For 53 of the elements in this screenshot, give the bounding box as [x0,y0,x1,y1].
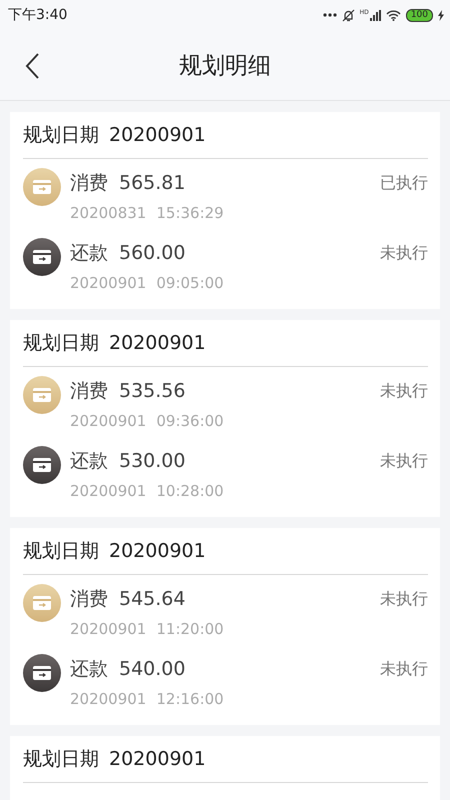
plan-date-label: 规划日期 [23,123,99,148]
entry-time: 12:16:00 [156,690,224,708]
entry-amount: 530.00 [119,450,186,472]
plan-date-label: 规划日期 [23,747,99,772]
wifi-icon [386,10,401,20]
entry-status: 未执行 [380,658,428,680]
entry-type: 还款 [70,449,108,474]
muted-bell-icon [342,8,355,22]
plan-date: 20200901 [109,124,206,146]
card-icon [23,376,61,414]
card-icon [23,584,61,622]
entry-amount: 535.56 [119,380,186,402]
entry-type: 消费 [70,171,108,196]
entry-date: 20200901 [70,274,146,292]
entry-status: 未执行 [380,380,428,402]
card-icon [23,446,61,484]
back-icon[interactable] [24,52,40,80]
plan-date: 20200901 [109,748,206,770]
plan-date: 20200901 [109,332,206,354]
status-time: 下午3:40 [8,6,68,24]
entry-status: 未执行 [380,588,428,610]
entry-status: 未执行 [380,242,428,264]
entry-amount: 560.00 [119,242,186,264]
page-title: 规划明细 [178,52,272,80]
entry-amount: 565.81 [119,172,186,194]
card-icon [23,238,61,276]
entry-date: 20200831 [70,204,146,222]
plan-date: 20200901 [109,540,206,562]
signal-icon [370,10,381,20]
entry-date: 20200901 [70,620,146,638]
entry-type: 消费 [70,587,108,612]
battery-icon: 100 [406,8,433,22]
entry-time: 10:28:00 [156,482,224,500]
entry-time: 09:36:00 [156,412,224,430]
entry-status: 未执行 [380,450,428,472]
entry-date: 20200901 [70,690,146,708]
entry-type: 消费 [70,379,108,404]
entry-amount: 540.00 [119,658,186,680]
entry-status: 已执行 [380,172,428,194]
entry-date: 20200901 [70,412,146,430]
entry-type: 还款 [70,657,108,682]
more-icon [322,13,337,17]
entry-amount: 545.64 [119,588,186,610]
card-icon [23,168,61,206]
entry-time: 11:20:00 [156,620,224,638]
entry-time: 15:36:29 [156,204,224,222]
plan-date-label: 规划日期 [23,539,99,564]
entry-date: 20200901 [70,482,146,500]
plan-date-label: 规划日期 [23,331,99,356]
charging-icon [438,10,444,20]
entry-time: 09:05:00 [156,274,224,292]
card-icon [23,654,61,692]
entry-type: 还款 [70,241,108,266]
